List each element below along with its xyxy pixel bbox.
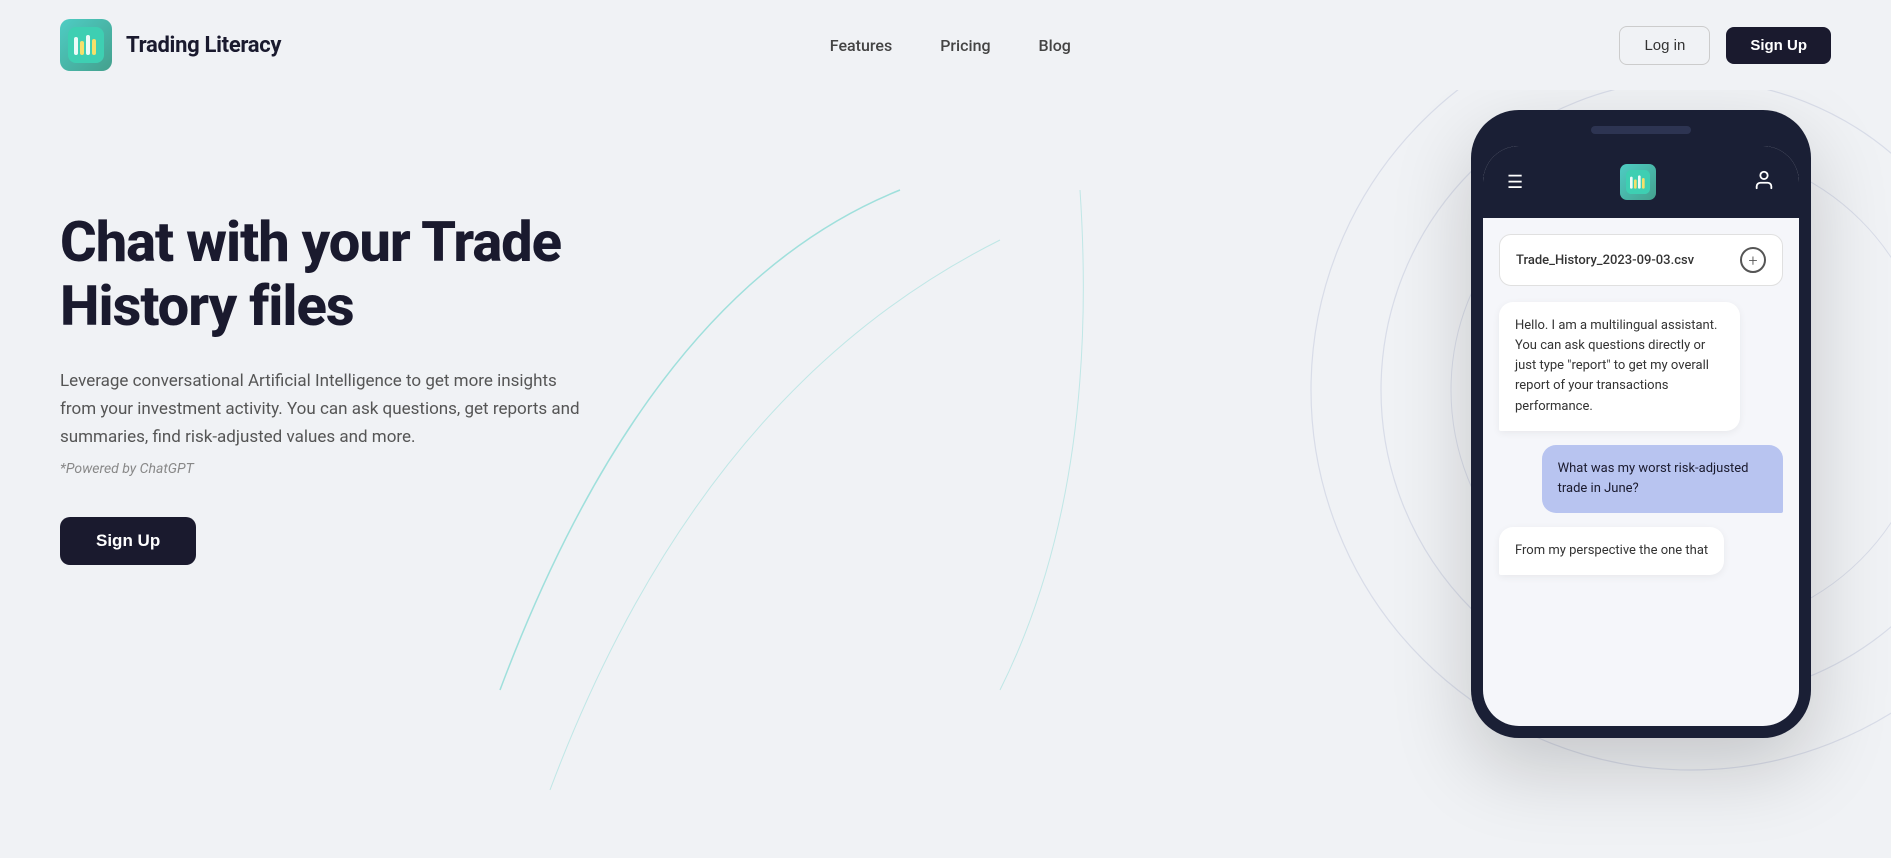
- chat-bubble-bot-1: Hello. I am a multilingual assistant. Yo…: [1499, 302, 1740, 431]
- hero-title: Chat with your Trade History files: [60, 210, 640, 339]
- hero-description: Leverage conversational Artificial Intel…: [60, 367, 580, 451]
- chat-bubble-bot-2: From my perspective the one that: [1499, 527, 1724, 575]
- hero-content: Chat with your Trade History files Lever…: [60, 150, 640, 565]
- phone-header: ☰: [1483, 146, 1799, 218]
- nav-link-blog[interactable]: Blog: [1039, 36, 1071, 55]
- brand-name: Trading Literacy: [126, 33, 281, 58]
- powered-by-text: *Powered by ChatGPT: [60, 461, 640, 477]
- file-upload-button[interactable]: +: [1740, 247, 1766, 273]
- user-icon: [1753, 169, 1775, 196]
- logo-icon: [60, 19, 112, 71]
- brand-area: Trading Literacy: [60, 19, 281, 71]
- signup-button-hero[interactable]: Sign Up: [60, 517, 196, 565]
- nav-link-pricing[interactable]: Pricing: [940, 36, 990, 55]
- phone-mockup: ☰: [1471, 110, 1831, 738]
- nav-actions: Log in Sign Up: [1619, 26, 1831, 65]
- nav-link-features[interactable]: Features: [830, 36, 892, 55]
- phone-chat-body: Trade_History_2023-09-03.csv + Hello. I …: [1483, 218, 1799, 599]
- phone-logo-icon: [1620, 164, 1656, 200]
- chat-messages: Hello. I am a multilingual assistant. Yo…: [1499, 302, 1783, 575]
- file-upload-row: Trade_History_2023-09-03.csv +: [1499, 234, 1783, 286]
- nav-links: Features Pricing Blog: [830, 36, 1071, 55]
- hero-section: Chat with your Trade History files Lever…: [0, 90, 1891, 858]
- phone-screen: ☰: [1483, 146, 1799, 726]
- navbar: Trading Literacy Features Pricing Blog L…: [0, 0, 1891, 90]
- phone-frame: ☰: [1471, 110, 1811, 738]
- phone-notch: [1591, 126, 1691, 134]
- login-button[interactable]: Log in: [1619, 26, 1710, 65]
- signup-button-nav[interactable]: Sign Up: [1726, 27, 1831, 64]
- chat-bubble-user-1: What was my worst risk-adjusted trade in…: [1542, 445, 1783, 513]
- file-name-text: Trade_History_2023-09-03.csv: [1516, 253, 1694, 268]
- hamburger-icon: ☰: [1507, 172, 1523, 193]
